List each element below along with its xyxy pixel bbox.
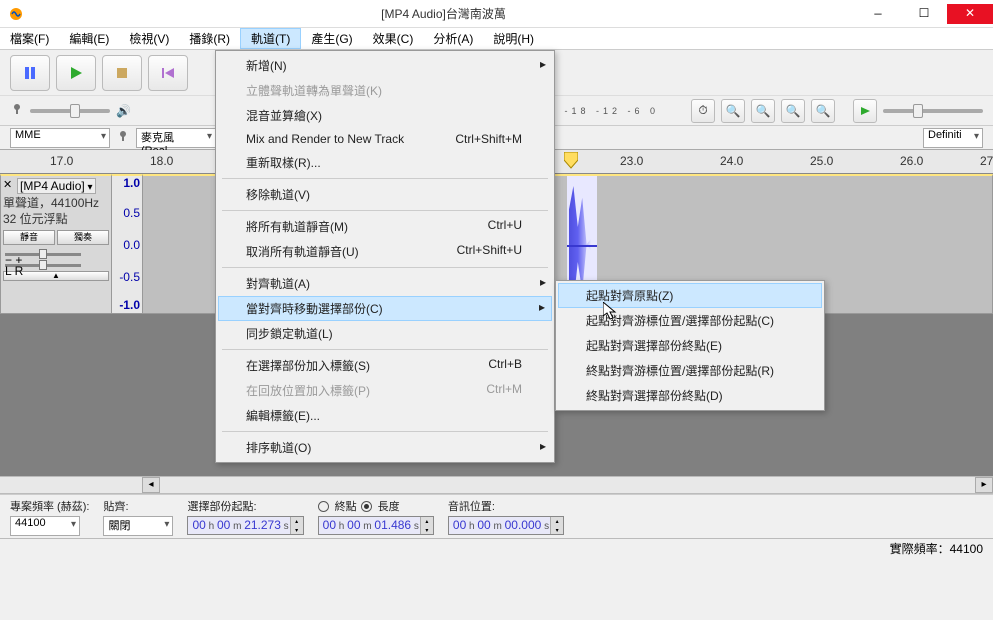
tracks-menu: 新增(N)▸立體聲軌道轉為單聲道(K)混音並算繪(X)Mix and Rende… [215, 50, 555, 463]
tracks-menu-item[interactable]: 排序軌道(O)▸ [218, 435, 552, 460]
menu-c[interactable]: 效果(C) [363, 28, 424, 49]
solo-button[interactable]: 獨奏 [57, 230, 109, 245]
menu-f[interactable]: 檔案(F) [0, 28, 59, 49]
ruler-tick: 24.0 [720, 154, 743, 168]
ruler-tick: 23.0 [620, 154, 643, 168]
scale-label: 0.0 [123, 238, 140, 252]
tracks-menu-item[interactable]: 編輯標籤(E)... [218, 403, 552, 428]
zoom-out-button[interactable]: 🔍 [751, 99, 775, 123]
mute-button[interactable]: 靜音 [3, 230, 55, 245]
tracks-menu-item[interactable]: 同步鎖定軌道(L) [218, 321, 552, 346]
minimize-button[interactable]: — [855, 4, 901, 24]
scale-label: -1.0 [119, 298, 140, 312]
title-bar: [MP4 Audio]台灣南波萬 — ☐ ✕ [0, 0, 993, 28]
tracks-menu-item[interactable]: Mix and Render to New TrackCtrl+Shift+M [218, 128, 552, 150]
project-rate-combo[interactable]: 44100 [10, 516, 80, 536]
snap-label: 貼齊: [103, 498, 173, 514]
menu-bar: 檔案(F)編輯(E)檢視(V)播錄(R)軌道(T)產生(G)效果(C)分析(A)… [0, 28, 993, 50]
zoom-fit-button[interactable]: 🔍 [811, 99, 835, 123]
output-device-combo[interactable]: Definiti [923, 128, 983, 148]
zoom-in-button[interactable]: 🔍 [721, 99, 745, 123]
speaker-icon: 🔊 [116, 104, 131, 118]
scale-label: 1.0 [123, 176, 140, 190]
tracks-menu-item[interactable]: 混音並算繪(X) [218, 103, 552, 128]
playback-speed-slider[interactable] [883, 109, 983, 113]
track-header: ✕ [MP4 Audio] ▾ 單聲道，44100Hz32 位元浮點 靜音 獨奏… [0, 174, 112, 314]
menu-a[interactable]: 分析(A) [423, 28, 483, 49]
align-submenu-item[interactable]: 終點對齊選擇部份終點(D) [558, 383, 822, 408]
track-name-dropdown[interactable]: [MP4 Audio] ▾ [17, 178, 96, 194]
track-close-button[interactable]: ✕ [3, 178, 12, 191]
project-rate-label: 專案頻率 (赫茲): [10, 498, 89, 514]
input-volume-slider[interactable] [30, 109, 110, 113]
pause-button[interactable] [10, 55, 50, 91]
selection-start-spinbox[interactable]: 00 h 00 m 21.273 s [187, 516, 303, 535]
ruler-tick: 25.0 [810, 154, 833, 168]
close-button[interactable]: ✕ [947, 4, 993, 24]
play-at-speed-button[interactable] [853, 99, 877, 123]
mic-device-icon [116, 129, 130, 146]
ruler-tick: 26.0 [900, 154, 923, 168]
length-radio-label: 長度 [378, 498, 400, 514]
maximize-button[interactable]: ☐ [901, 4, 947, 24]
stop-button[interactable] [102, 55, 142, 91]
tracks-menu-item[interactable]: 新增(N)▸ [218, 53, 552, 78]
align-submenu-item[interactable]: 終點對齊游標位置/選擇部份起點(R) [558, 358, 822, 383]
menu-t[interactable]: 軌道(T) [240, 28, 301, 49]
actual-rate-value: 44100 [950, 542, 983, 556]
actual-rate-label: 實際頻率： [890, 540, 950, 557]
horizontal-scrollbar[interactable]: ◂ ▸ [0, 476, 993, 494]
tracks-menu-item[interactable]: 當對齊時移動選擇部份(C)▸ [218, 296, 552, 321]
menu-e[interactable]: 編輯(E) [59, 28, 119, 49]
scale-label: 0.5 [123, 206, 140, 220]
audio-host-combo[interactable]: MME [10, 128, 110, 148]
skip-start-button[interactable] [148, 55, 188, 91]
menu-r[interactable]: 播錄(R) [179, 28, 240, 49]
app-icon [8, 6, 24, 22]
mic-gain-icon [10, 102, 24, 119]
menu-g[interactable]: 產生(G) [301, 28, 362, 49]
audio-position-label: 音訊位置: [448, 498, 564, 514]
tracks-menu-item: 立體聲軌道轉為單聲道(K) [218, 78, 552, 103]
tracks-menu-item[interactable]: 在選擇部份加入標籤(S)Ctrl+B [218, 353, 552, 378]
menu-v[interactable]: 檢視(V) [119, 28, 179, 49]
scroll-right-button[interactable]: ▸ [975, 477, 993, 493]
track-format-label: 單聲道，44100Hz32 位元浮點 [3, 196, 109, 227]
end-radio-label: 終點 [335, 498, 357, 514]
length-radio[interactable] [361, 501, 372, 512]
ruler-tick: 17.0 [50, 154, 73, 168]
align-submenu-item[interactable]: 起點對齊游標位置/選擇部份起點(C) [558, 308, 822, 333]
track-gain-slider[interactable]: − + [5, 253, 81, 256]
ruler-tick: 27.0 [980, 154, 993, 168]
align-move-selection-submenu: 起點對齊原點(Z)起點對齊游標位置/選擇部份起點(C)起點對齊選擇部份終點(E)… [555, 280, 825, 411]
tracks-menu-item[interactable]: 對齊軌道(A)▸ [218, 271, 552, 296]
input-device-combo[interactable]: 麥克風 (Real [136, 128, 216, 148]
selection-length-spinbox[interactable]: 00 h 00 m 01.486 s [318, 516, 434, 535]
selection-start-label: 選擇部份起點: [187, 498, 303, 514]
align-submenu-item[interactable]: 起點對齊原點(Z) [558, 283, 822, 308]
play-button[interactable] [56, 55, 96, 91]
tracks-menu-item[interactable]: 重新取樣(R)... [218, 150, 552, 175]
window-title: [MP4 Audio]台灣南波萬 [32, 5, 855, 22]
menu-h[interactable]: 說明(H) [483, 28, 544, 49]
tracks-menu-item[interactable]: 取消所有軌道靜音(U)Ctrl+Shift+U [218, 239, 552, 264]
selection-toolbar: 專案頻率 (赫茲): 44100 貼齊: 關閉 選擇部份起點: 00 h 00 … [0, 494, 993, 538]
scroll-left-button[interactable]: ◂ [142, 477, 160, 493]
snap-combo[interactable]: 關閉 [103, 516, 173, 536]
timer-button[interactable]: ⏱ [691, 99, 715, 123]
zoom-sel-button[interactable]: 🔍 [781, 99, 805, 123]
ruler-tick: 18.0 [150, 154, 173, 168]
tracks-menu-item[interactable]: 移除軌道(V) [218, 182, 552, 207]
playhead-pin-icon[interactable] [564, 152, 578, 173]
track-pan-slider[interactable]: L R [5, 264, 81, 267]
scale-label: -0.5 [119, 270, 140, 284]
align-submenu-item[interactable]: 起點對齊選擇部份終點(E) [558, 333, 822, 358]
tracks-menu-item: 在回放位置加入標籤(P)Ctrl+M [218, 378, 552, 403]
status-bar: 實際頻率：44100 [0, 538, 993, 558]
end-radio[interactable] [318, 501, 329, 512]
tracks-menu-item[interactable]: 將所有軌道靜音(M)Ctrl+U [218, 214, 552, 239]
amplitude-scale: 1.0 0.5 0.0 -0.5 -1.0 [112, 174, 142, 314]
audio-position-spinbox[interactable]: 00 h 00 m 00.000 s [448, 516, 564, 535]
